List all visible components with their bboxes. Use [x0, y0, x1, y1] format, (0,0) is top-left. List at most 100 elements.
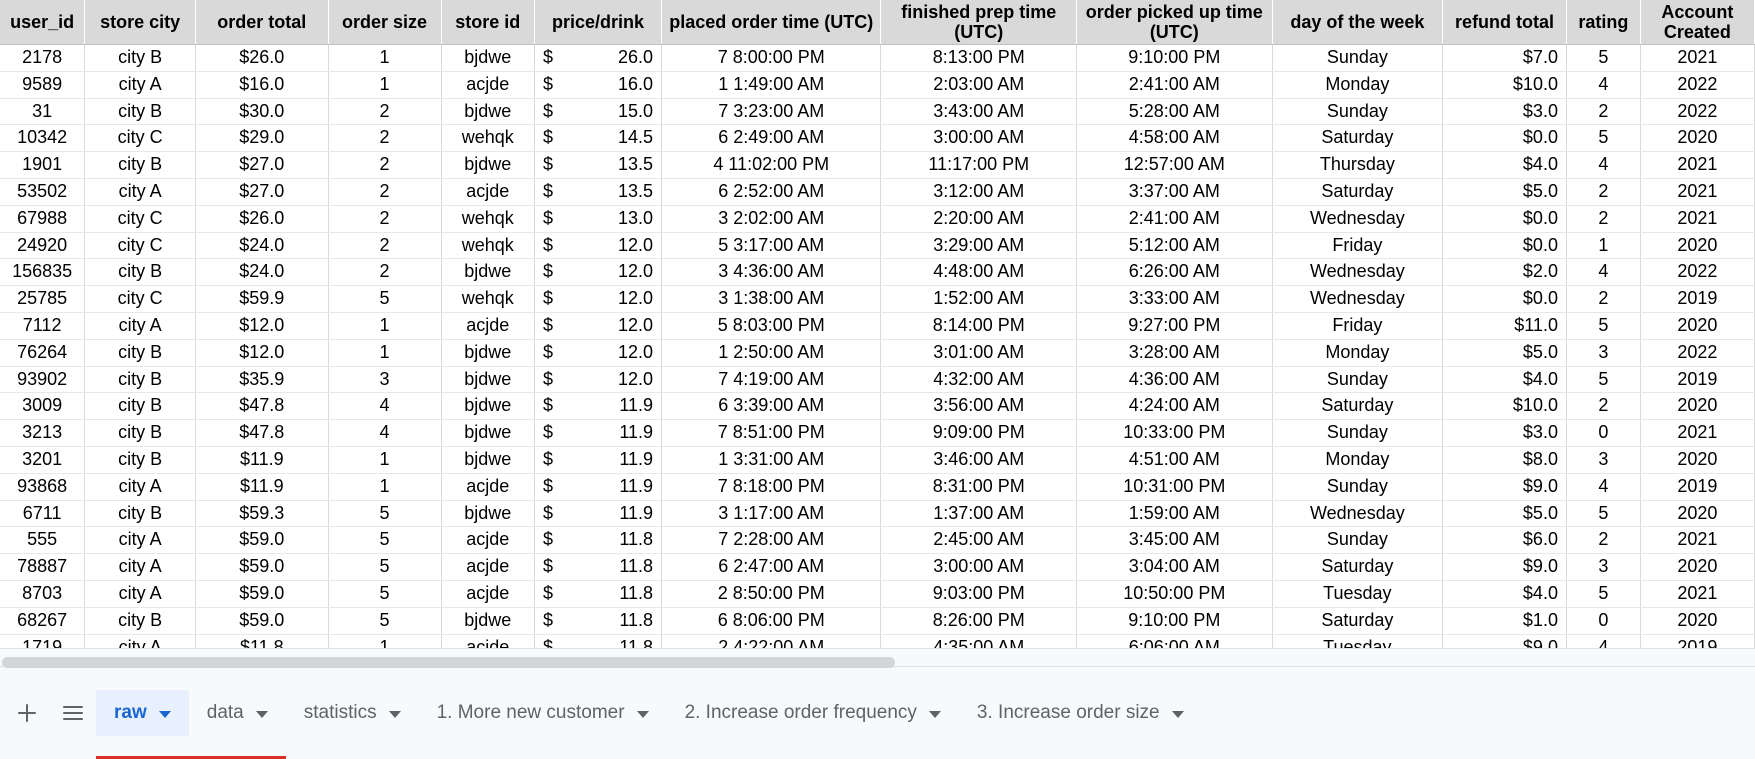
cell-store-id[interactable]: bjdwe: [441, 393, 534, 420]
cell-order-size[interactable]: 5: [328, 554, 441, 581]
cell-placed[interactable]: 3 1:17:00 AM: [662, 500, 881, 527]
cell-prep[interactable]: 1:52:00 AM: [881, 286, 1077, 313]
table-row[interactable]: 76264city B$12.01bjdwe$12.01 2:50:00 AM3…: [0, 339, 1755, 366]
cell-store-city[interactable]: city B: [85, 152, 196, 179]
table-row[interactable]: 93902city B$35.93bjdwe$12.07 4:19:00 AM4…: [0, 366, 1755, 393]
cell-user-id[interactable]: 1719: [0, 634, 85, 648]
cell-picked[interactable]: 2:41:00 AM: [1077, 205, 1273, 232]
scrollbar-thumb[interactable]: [2, 657, 895, 668]
sheet-tab-2-increase-order-frequency[interactable]: 2. Increase order frequency: [667, 690, 959, 736]
cell-store-id[interactable]: bjdwe: [441, 152, 534, 179]
cell-store-city[interactable]: city B: [85, 607, 196, 634]
table-row[interactable]: 555city A$59.05acjde$11.87 2:28:00 AM2:4…: [0, 527, 1755, 554]
table-row[interactable]: 8703city A$59.05acjde$11.82 8:50:00 PM9:…: [0, 580, 1755, 607]
cell-store-city[interactable]: city A: [85, 634, 196, 648]
chevron-down-icon[interactable]: [1172, 711, 1184, 718]
cell-prep[interactable]: 1:37:00 AM: [881, 500, 1077, 527]
cell-store-city[interactable]: city A: [85, 527, 196, 554]
cell-order-size[interactable]: 1: [328, 339, 441, 366]
cell-user-id[interactable]: 24920: [0, 232, 85, 259]
cell-picked[interactable]: 3:04:00 AM: [1077, 554, 1273, 581]
cell-price-drink[interactable]: $15.0: [534, 98, 661, 125]
cell-day[interactable]: Sunday: [1272, 98, 1443, 125]
cell-refund[interactable]: $0.0: [1443, 205, 1567, 232]
cell-account[interactable]: 2020: [1640, 232, 1754, 259]
cell-day[interactable]: Sunday: [1272, 473, 1443, 500]
table-row[interactable]: 78887city A$59.05acjde$11.86 2:47:00 AM3…: [0, 554, 1755, 581]
cell-refund[interactable]: $5.0: [1443, 500, 1567, 527]
cell-store-city[interactable]: city A: [85, 312, 196, 339]
cell-store-city[interactable]: city C: [85, 232, 196, 259]
cell-account[interactable]: 2022: [1640, 339, 1754, 366]
cell-refund[interactable]: $3.0: [1443, 420, 1567, 447]
cell-user-id[interactable]: 67988: [0, 205, 85, 232]
cell-price-drink[interactable]: $11.9: [534, 420, 661, 447]
all-sheets-icon[interactable]: [50, 690, 96, 736]
cell-price-drink[interactable]: $11.8: [534, 580, 661, 607]
cell-placed[interactable]: 1 2:50:00 AM: [662, 339, 881, 366]
cell-account[interactable]: 2021: [1640, 152, 1754, 179]
cell-order-total[interactable]: $59.0: [196, 554, 329, 581]
cell-order-total[interactable]: $27.0: [196, 152, 329, 179]
cell-store-city[interactable]: city B: [85, 366, 196, 393]
cell-price-drink[interactable]: $13.5: [534, 178, 661, 205]
cell-picked[interactable]: 3:45:00 AM: [1077, 527, 1273, 554]
cell-order-size[interactable]: 5: [328, 580, 441, 607]
cell-day[interactable]: Saturday: [1272, 125, 1443, 152]
cell-account[interactable]: 2021: [1640, 205, 1754, 232]
cell-order-total[interactable]: $12.0: [196, 312, 329, 339]
cell-refund[interactable]: $5.0: [1443, 339, 1567, 366]
cell-placed[interactable]: 6 2:47:00 AM: [662, 554, 881, 581]
cell-day[interactable]: Saturday: [1272, 607, 1443, 634]
table-row[interactable]: 3009city B$47.84bjdwe$11.96 3:39:00 AM3:…: [0, 393, 1755, 420]
column-header-account[interactable]: Account Created: [1640, 0, 1754, 45]
cell-placed[interactable]: 7 8:18:00 PM: [662, 473, 881, 500]
cell-store-id[interactable]: acjde: [441, 580, 534, 607]
cell-rating[interactable]: 2: [1566, 98, 1640, 125]
cell-order-size[interactable]: 2: [328, 232, 441, 259]
cell-prep[interactable]: 3:00:00 AM: [881, 125, 1077, 152]
cell-picked[interactable]: 6:06:00 AM: [1077, 634, 1273, 648]
cell-order-total[interactable]: $11.9: [196, 473, 329, 500]
cell-price-drink[interactable]: $11.9: [534, 446, 661, 473]
cell-order-total[interactable]: $35.9: [196, 366, 329, 393]
cell-placed[interactable]: 7 4:19:00 AM: [662, 366, 881, 393]
cell-user-id[interactable]: 25785: [0, 286, 85, 313]
cell-prep[interactable]: 3:43:00 AM: [881, 98, 1077, 125]
cell-account[interactable]: 2020: [1640, 500, 1754, 527]
cell-picked[interactable]: 2:41:00 AM: [1077, 71, 1273, 98]
cell-picked[interactable]: 4:51:00 AM: [1077, 446, 1273, 473]
cell-rating[interactable]: 0: [1566, 420, 1640, 447]
cell-store-city[interactable]: city B: [85, 98, 196, 125]
cell-store-id[interactable]: acjde: [441, 634, 534, 648]
cell-store-city[interactable]: city B: [85, 45, 196, 72]
cell-order-size[interactable]: 1: [328, 45, 441, 72]
cell-account[interactable]: 2021: [1640, 178, 1754, 205]
cell-picked[interactable]: 9:10:00 PM: [1077, 45, 1273, 72]
cell-day[interactable]: Wednesday: [1272, 205, 1443, 232]
cell-user-id[interactable]: 6711: [0, 500, 85, 527]
cell-rating[interactable]: 5: [1566, 500, 1640, 527]
cell-day[interactable]: Saturday: [1272, 178, 1443, 205]
cell-rating[interactable]: 4: [1566, 71, 1640, 98]
horizontal-scrollbar[interactable]: [0, 648, 1755, 666]
cell-price-drink[interactable]: $16.0: [534, 71, 661, 98]
cell-order-total[interactable]: $29.0: [196, 125, 329, 152]
cell-rating[interactable]: 4: [1566, 152, 1640, 179]
table-row[interactable]: 9589city A$16.01acjde$16.01 1:49:00 AM2:…: [0, 71, 1755, 98]
cell-day[interactable]: Monday: [1272, 446, 1443, 473]
cell-refund[interactable]: $0.0: [1443, 125, 1567, 152]
cell-store-city[interactable]: city B: [85, 339, 196, 366]
chevron-down-icon[interactable]: [389, 711, 401, 718]
cell-prep[interactable]: 4:32:00 AM: [881, 366, 1077, 393]
table-row[interactable]: 1901city B$27.02bjdwe$13.54 11:02:00 PM1…: [0, 152, 1755, 179]
cell-prep[interactable]: 3:01:00 AM: [881, 339, 1077, 366]
cell-placed[interactable]: 3 2:02:00 AM: [662, 205, 881, 232]
cell-order-size[interactable]: 4: [328, 393, 441, 420]
cell-rating[interactable]: 4: [1566, 473, 1640, 500]
column-header-rating[interactable]: rating: [1566, 0, 1640, 45]
cell-store-id[interactable]: acjde: [441, 178, 534, 205]
cell-store-id[interactable]: bjdwe: [441, 446, 534, 473]
sheet-tab-1-more-new-customer[interactable]: 1. More new customer: [419, 690, 667, 736]
column-header-order-size[interactable]: order size: [328, 0, 441, 45]
